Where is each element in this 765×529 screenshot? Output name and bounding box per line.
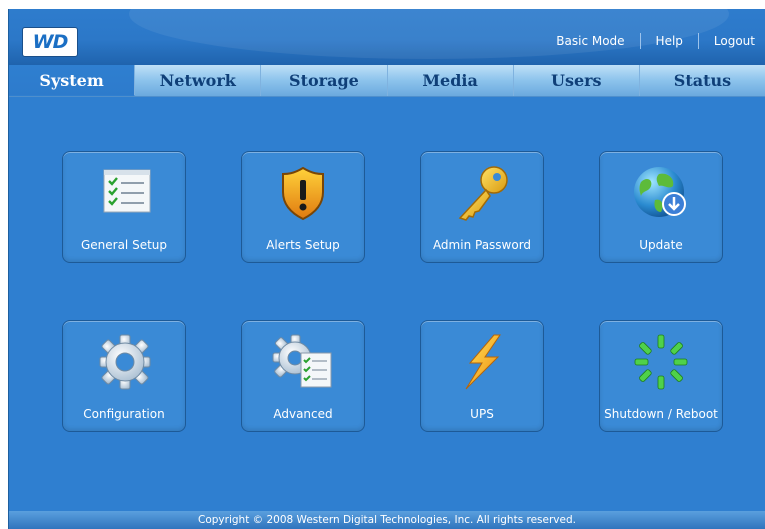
update-tile[interactable]: Update — [599, 151, 723, 263]
gear-icon — [92, 333, 156, 391]
advanced-tile[interactable]: Advanced — [241, 320, 365, 432]
general-setup-tile[interactable]: General Setup — [62, 151, 186, 263]
spinner-icon — [629, 333, 693, 391]
configuration-label: Configuration — [83, 407, 165, 421]
ups-tile[interactable]: UPS — [420, 320, 544, 432]
alerts-setup-tile[interactable]: Alerts Setup — [241, 151, 365, 263]
tab-media[interactable]: Media — [388, 65, 514, 96]
tab-system[interactable]: System — [9, 65, 136, 96]
shutdown-reboot-tile[interactable]: Shutdown / Reboot — [599, 320, 723, 432]
tab-storage[interactable]: Storage — [261, 65, 388, 96]
gear-checklist-icon — [271, 333, 335, 391]
advanced-label: Advanced — [273, 407, 333, 421]
logout-link[interactable]: Logout — [714, 34, 755, 48]
header: WD Basic Mode Help Logout — [9, 9, 765, 65]
alerts-setup-label: Alerts Setup — [266, 238, 340, 252]
tab-users[interactable]: Users — [514, 65, 640, 96]
app-frame: WD Basic Mode Help Logout System Network… — [8, 9, 765, 529]
checklist-icon — [92, 164, 156, 222]
basic-mode-link[interactable]: Basic Mode — [556, 34, 624, 48]
lightning-bolt-icon — [450, 333, 514, 391]
main-tabs: System Network Storage Media Users Statu… — [9, 65, 765, 97]
tab-status[interactable]: Status — [640, 65, 765, 96]
admin-password-tile[interactable]: Admin Password — [420, 151, 544, 263]
key-icon — [450, 164, 514, 222]
top-links: Basic Mode Help Logout — [556, 33, 755, 49]
update-label: Update — [639, 238, 683, 252]
divider — [639, 33, 641, 49]
warning-shield-icon — [271, 164, 335, 222]
tab-network[interactable]: Network — [135, 65, 262, 96]
footer-copyright: Copyright © 2008 Western Digital Technol… — [9, 511, 765, 529]
wd-logo: WD — [22, 27, 78, 57]
help-link[interactable]: Help — [656, 34, 683, 48]
ups-label: UPS — [470, 407, 494, 421]
divider — [697, 33, 699, 49]
globe-download-icon — [629, 164, 693, 222]
system-panel: General Setup Alerts Setup Admin Passwor… — [9, 97, 765, 509]
configuration-tile[interactable]: Configuration — [62, 320, 186, 432]
general-setup-label: General Setup — [80, 238, 168, 252]
shutdown-reboot-label: Shutdown / Reboot — [604, 407, 718, 421]
admin-password-label: Admin Password — [432, 238, 532, 252]
